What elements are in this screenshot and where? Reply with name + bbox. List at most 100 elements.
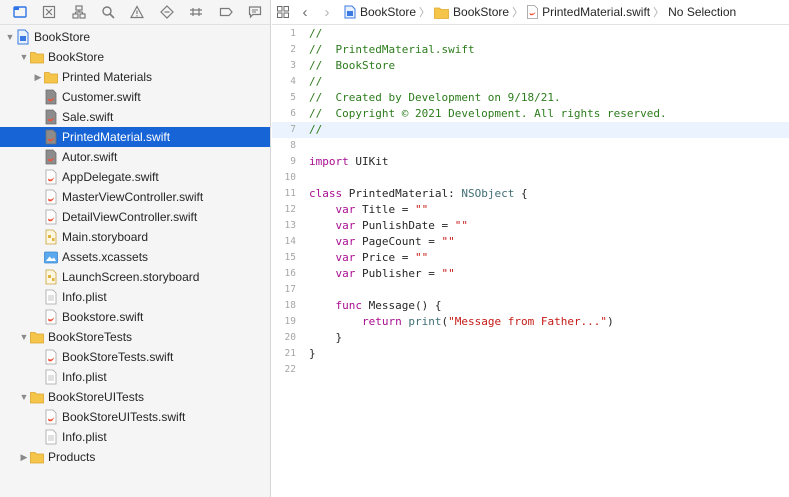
project-navigator-tab[interactable] [5,0,34,25]
line-number[interactable]: 20 [272,330,296,346]
navigator-row[interactable]: PrintedMaterial.swift [0,127,270,147]
code-line[interactable]: 22 [272,362,789,378]
line-number[interactable]: 4 [272,74,296,90]
disclosure-collapsed-icon[interactable]: ▶ [18,447,30,467]
debug-navigator-tab[interactable] [182,0,211,25]
navigator-row[interactable]: Main.storyboard [0,227,270,247]
report-navigator-tab[interactable] [241,0,270,25]
line-number[interactable]: 1 [272,26,296,42]
disclosure-collapsed-icon[interactable]: ▶ [32,67,44,87]
navigator-row[interactable]: Bookstore.swift [0,307,270,327]
symbol-navigator-tab[interactable] [64,0,93,25]
plist-file-icon [44,289,58,305]
code-line[interactable]: 2 // PrintedMaterial.swift [272,42,789,58]
navigator-row[interactable]: DetailViewController.swift [0,207,270,227]
code-line[interactable]: 4 // [272,74,789,90]
line-number[interactable]: 22 [272,362,296,378]
line-number[interactable]: 8 [272,138,296,154]
source-control-navigator-tab[interactable] [34,0,63,25]
jump-bar-symbol[interactable]: No Selection [668,5,736,19]
code-token: Title = [355,203,415,216]
jump-bar-file[interactable]: PrintedMaterial.swift [527,5,650,19]
line-number[interactable]: 11 [272,186,296,202]
navigator-row[interactable]: AppDelegate.swift [0,167,270,187]
navigator-row[interactable]: Info.plist [0,427,270,447]
code-line[interactable]: 10 [272,170,789,186]
line-number[interactable]: 14 [272,234,296,250]
code-line[interactable]: 6 // Copyright © 2021 Development. All ri… [272,106,789,122]
forward-button[interactable]: › [316,0,338,25]
code-line[interactable]: 20 } [272,330,789,346]
line-number[interactable]: 12 [272,202,296,218]
code-line[interactable]: 8 [272,138,789,154]
navigator-row[interactable]: Autor.swift [0,147,270,167]
code-line[interactable]: 5 // Created by Development on 9/18/21. [272,90,789,106]
code-line[interactable]: 17 [272,282,789,298]
line-number[interactable]: 6 [272,106,296,122]
navigator-row[interactable]: Info.plist [0,367,270,387]
code-line[interactable]: 7 // [272,122,789,138]
navigator-row[interactable]: ▶ Products [0,447,270,467]
test-navigator-tab[interactable] [152,0,181,25]
line-number[interactable]: 21 [272,346,296,362]
line-number[interactable]: 13 [272,218,296,234]
navigator-row[interactable]: ▼ BookStore [0,47,270,67]
navigator-row-label: Info.plist [62,370,107,384]
code-line[interactable]: 13 var PunlishDate = "" [272,218,789,234]
line-number[interactable]: 15 [272,250,296,266]
code-line[interactable]: 18 func Message() { [272,298,789,314]
jump-bar-group[interactable]: BookStore [434,5,509,19]
code-line[interactable]: 11 class PrintedMaterial: NSObject { [272,186,789,202]
line-number[interactable]: 7 [272,122,296,138]
find-navigator-tab[interactable] [93,0,122,25]
code-line[interactable]: 15 var Price = "" [272,250,789,266]
navigator-row[interactable]: ▼ BookStoreTests [0,327,270,347]
line-number[interactable]: 18 [272,298,296,314]
code-token: } [309,347,316,360]
code-token: func [335,299,363,312]
line-number[interactable]: 5 [272,90,296,106]
navigator-row[interactable]: Customer.swift [0,87,270,107]
code-line[interactable]: 12 var Title = "" [272,202,789,218]
line-number[interactable]: 19 [272,314,296,330]
navigator-row[interactable]: Sale.swift [0,107,270,127]
navigator-row[interactable]: BookStoreUITests.swift [0,407,270,427]
navigator-row[interactable]: ▼ BookStore [0,27,270,47]
related-items-button[interactable] [272,0,294,25]
breakpoint-navigator-tab[interactable] [211,0,240,25]
disclosure-expanded-icon[interactable]: ▼ [18,47,30,67]
code-line[interactable]: 14 var PageCount = "" [272,234,789,250]
navigator-row[interactable]: BookStoreTests.swift [0,347,270,367]
swift-file-modified-icon [44,89,58,105]
code-line[interactable]: 16 var Publisher = "" [272,266,789,282]
line-number[interactable]: 16 [272,266,296,282]
disclosure-expanded-icon[interactable]: ▼ [18,327,30,347]
navigator-row[interactable]: ▼ BookStoreUITests [0,387,270,407]
navigator-row[interactable]: Info.plist [0,287,270,307]
navigator-row[interactable]: MasterViewController.swift [0,187,270,207]
line-number[interactable]: 10 [272,170,296,186]
navigator-row[interactable]: LaunchScreen.storyboard [0,267,270,287]
issue-navigator-tab[interactable] [123,0,152,25]
code-line[interactable]: 19 return print("Message from Father..."… [272,314,789,330]
disclosure-expanded-icon[interactable]: ▼ [4,27,16,47]
navigator-row-label: PrintedMaterial.swift [62,130,171,144]
line-number[interactable]: 9 [272,154,296,170]
back-button[interactable]: ‹ [294,0,316,25]
line-number[interactable]: 2 [272,42,296,58]
code-line[interactable]: 9 import UIKit [272,154,789,170]
line-number[interactable]: 3 [272,58,296,74]
line-number[interactable]: 17 [272,282,296,298]
disclosure-expanded-icon[interactable]: ▼ [18,387,30,407]
navigator-row[interactable]: Assets.xcassets [0,247,270,267]
jump-bar-project[interactable]: BookStore [344,5,416,19]
code-line[interactable]: 21} [272,346,789,362]
code-line[interactable]: 1 // [272,26,789,42]
source-editor[interactable]: 1 // 2 // PrintedMaterial.swift 3 // BookStor… [272,26,789,497]
swift-file-modified-icon [44,129,58,145]
navigator-row[interactable]: ▶ Printed Materials [0,67,270,87]
code-line[interactable]: 3 // BookStore [272,58,789,74]
